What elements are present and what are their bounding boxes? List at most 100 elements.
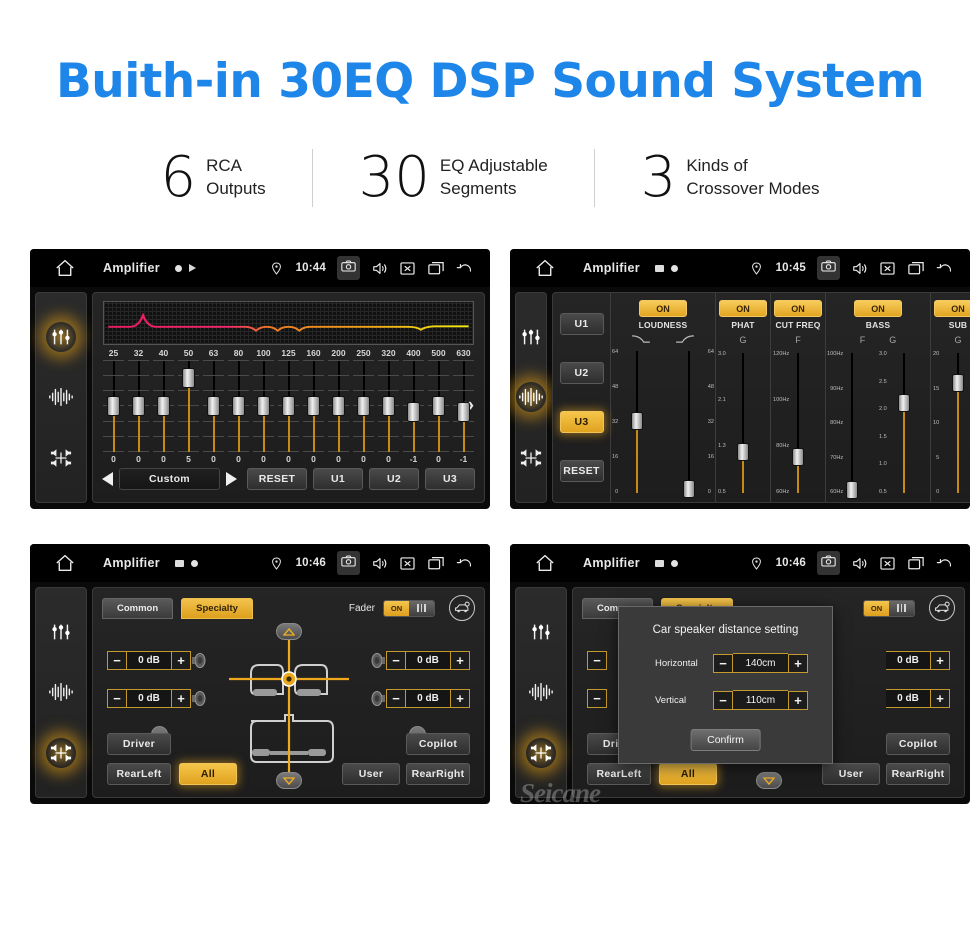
- toggle-on-button[interactable]: ON: [639, 300, 687, 317]
- volume-icon[interactable]: [851, 260, 868, 277]
- car-settings-icon[interactable]: [929, 595, 955, 621]
- position-rear-right-button[interactable]: RearRight: [886, 763, 950, 785]
- increase-button[interactable]: +: [450, 689, 470, 708]
- move-up-button[interactable]: [275, 623, 302, 640]
- position-all-button[interactable]: All: [659, 763, 717, 785]
- toggle-on-button[interactable]: ON: [774, 300, 822, 317]
- position-copilot-button[interactable]: Copilot: [886, 733, 950, 755]
- reset-button[interactable]: RESET: [247, 468, 307, 490]
- eq-slider-thumb[interactable]: [332, 396, 345, 416]
- eq-slider-thumb[interactable]: [132, 396, 145, 416]
- close-icon[interactable]: [879, 260, 896, 277]
- tab-specialty[interactable]: Specialty: [181, 597, 253, 619]
- slider-thumb[interactable]: [792, 447, 804, 466]
- eq-slider[interactable]: [401, 360, 426, 452]
- home-icon[interactable]: [55, 259, 75, 277]
- decrease-button[interactable]: −: [386, 689, 406, 708]
- decrease-button[interactable]: −: [107, 651, 127, 670]
- move-down-button[interactable]: [275, 772, 302, 789]
- eq-slider-thumb[interactable]: [457, 401, 470, 422]
- eq-slider[interactable]: [276, 360, 301, 452]
- home-icon[interactable]: [535, 259, 555, 277]
- equalizer-icon[interactable]: [46, 322, 76, 353]
- eq-slider-thumb[interactable]: [157, 396, 170, 416]
- balance-icon[interactable]: [526, 737, 556, 768]
- decrease-button[interactable]: −: [587, 689, 607, 708]
- position-rear-left-button[interactable]: RearLeft: [107, 763, 171, 785]
- horizontal-stepper[interactable]: − 140cm +: [713, 653, 808, 673]
- preset-u1-button[interactable]: U1: [313, 468, 363, 490]
- camera-icon[interactable]: [817, 551, 840, 575]
- waveform-icon[interactable]: [516, 382, 546, 413]
- eq-slider[interactable]: [426, 360, 451, 452]
- crossover-slider[interactable]: 3.0 2.5 2.0 1.5 1.0 0.5: [879, 347, 927, 497]
- toggle-on-button[interactable]: ON: [719, 300, 767, 317]
- equalizer-icon[interactable]: [516, 322, 546, 352]
- position-rear-right-button[interactable]: RearRight: [406, 763, 470, 785]
- fader-toggle[interactable]: ON: [383, 599, 435, 617]
- eq-slider[interactable]: [326, 360, 351, 452]
- fader-toggle[interactable]: ON: [863, 599, 915, 617]
- eq-slider[interactable]: [201, 360, 226, 452]
- toggle-on-button[interactable]: ON: [854, 300, 902, 317]
- home-icon[interactable]: [55, 554, 75, 572]
- slider-thumb[interactable]: [683, 480, 695, 499]
- increase-button[interactable]: +: [788, 653, 808, 673]
- recents-icon[interactable]: [427, 555, 444, 572]
- eq-slider-thumb[interactable]: [407, 401, 420, 422]
- position-driver-button[interactable]: Driver: [107, 733, 171, 755]
- eq-slider-thumb[interactable]: [357, 396, 370, 416]
- increase-button[interactable]: +: [930, 689, 950, 708]
- eq-slider[interactable]: [176, 360, 201, 452]
- eq-slider-thumb[interactable]: [432, 396, 445, 416]
- balance-icon[interactable]: [46, 737, 76, 768]
- eq-slider-bank[interactable]: »: [101, 360, 476, 452]
- confirm-button[interactable]: Confirm: [690, 729, 761, 751]
- equalizer-icon[interactable]: [46, 617, 76, 647]
- camera-icon[interactable]: [337, 256, 360, 280]
- db-control-rear-left[interactable]: −: [587, 689, 607, 708]
- eq-slider-thumb[interactable]: [282, 396, 295, 416]
- waveform-icon[interactable]: [46, 677, 76, 707]
- increase-button[interactable]: +: [450, 651, 470, 670]
- recents-icon[interactable]: [427, 260, 444, 277]
- position-user-button[interactable]: User: [822, 763, 880, 785]
- slider-thumb[interactable]: [737, 443, 749, 461]
- balance-icon[interactable]: [516, 443, 546, 473]
- eq-slider[interactable]: [376, 360, 401, 452]
- eq-slider[interactable]: [226, 360, 251, 452]
- eq-slider-thumb[interactable]: [257, 396, 270, 416]
- recents-icon[interactable]: [907, 260, 924, 277]
- position-rear-left-button[interactable]: RearLeft: [587, 763, 651, 785]
- increase-button[interactable]: +: [930, 651, 950, 670]
- crossover-slider[interactable]: 100Hz 90Hz 80Hz 70Hz 60Hz: [827, 347, 875, 499]
- eq-slider[interactable]: [251, 360, 276, 452]
- eq-slider-thumb[interactable]: [107, 396, 120, 416]
- db-control-front-left[interactable]: − 0 dB +: [107, 651, 207, 670]
- position-copilot-button[interactable]: Copilot: [406, 733, 470, 755]
- db-control-front-right[interactable]: − 0 dB +: [370, 651, 470, 670]
- waveform-icon[interactable]: [526, 677, 556, 707]
- crossover-slider[interactable]: 64 48 32 16 0: [666, 345, 714, 499]
- prev-preset-button[interactable]: [102, 472, 113, 486]
- decrease-button[interactable]: −: [713, 690, 733, 710]
- eq-slider-thumb[interactable]: [182, 368, 195, 389]
- eq-slider[interactable]: [101, 360, 126, 452]
- slider-thumb[interactable]: [952, 374, 964, 392]
- crossover-slider[interactable]: 64 48 32 16 0: [612, 345, 660, 497]
- equalizer-icon[interactable]: [526, 617, 556, 647]
- back-icon[interactable]: [455, 555, 472, 572]
- camera-icon[interactable]: [817, 256, 840, 280]
- eq-slider-thumb[interactable]: [232, 396, 245, 416]
- db-control-front-right[interactable]: 0 dB +: [886, 651, 950, 670]
- next-preset-button[interactable]: [226, 472, 237, 486]
- slider-thumb[interactable]: [846, 480, 858, 499]
- preset-u2-button[interactable]: U2: [559, 362, 604, 385]
- tab-common[interactable]: Common: [102, 597, 174, 619]
- crossover-slider[interactable]: 20 15 10 5 0: [933, 347, 970, 497]
- db-control-rear-right[interactable]: − 0 dB +: [370, 689, 470, 708]
- close-icon[interactable]: [399, 260, 416, 277]
- position-all-button[interactable]: All: [179, 763, 237, 785]
- crossover-slider[interactable]: 3.0 2.1 1.3 0.5: [718, 347, 766, 497]
- crossover-slider[interactable]: 120Hz 100Hz 80Hz 60Hz: [773, 347, 821, 497]
